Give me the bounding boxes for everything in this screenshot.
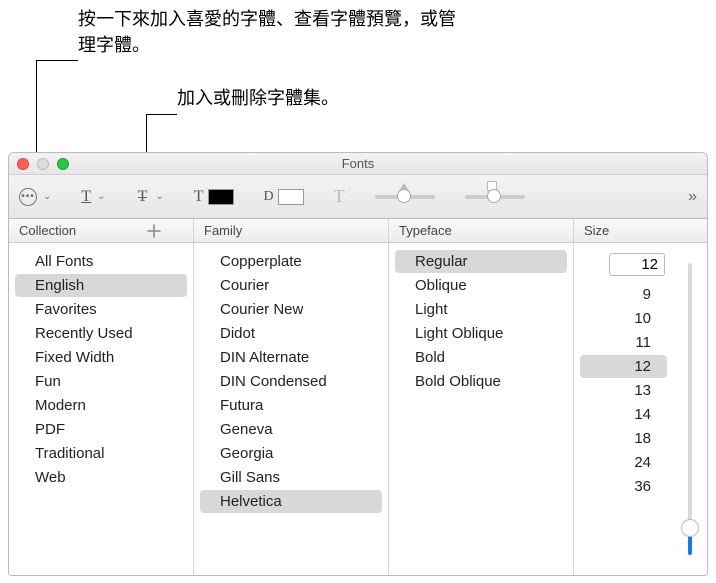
chevrons-right-icon: » [688,188,697,205]
window-title: Fonts [9,156,707,171]
underline-button[interactable]: T ⌄ [81,188,105,206]
header-size-label: Size [584,223,609,238]
size-item[interactable]: 14 [580,403,667,426]
minimize-window-button[interactable] [37,158,49,170]
callout-add-remove-collection: 加入或刪除字體集。 [177,85,477,111]
underline-icon: T [81,188,91,206]
size-item[interactable]: 12 [580,355,667,378]
family-item[interactable]: Futura [200,394,382,417]
window-controls [17,158,69,170]
document-color-swatch [278,189,304,205]
add-collection-button[interactable] [143,220,165,242]
callout-line [36,60,78,61]
family-item[interactable]: Gill Sans [200,466,382,489]
family-item[interactable]: Courier New [200,298,382,321]
size-pane: 91011121314182436 [574,243,707,575]
shadow-blur-slider[interactable] [465,195,525,199]
text-effects-button[interactable]: T [334,186,345,207]
header-family: Family [194,219,389,242]
family-item[interactable]: Copperplate [200,250,382,273]
plus-icon [147,224,161,238]
collection-item[interactable]: Modern [15,394,187,417]
text-color-icon: T [194,188,204,206]
chevron-down-icon: ⌄ [97,191,105,202]
callout-manage-fonts: 按一下來加入喜愛的字體、查看字體預覽，或管理字體。 [78,6,458,58]
expand-toolbar-button[interactable]: » [688,188,697,206]
family-item[interactable]: DIN Alternate [200,346,382,369]
collection-item[interactable]: Web [15,466,187,489]
size-item[interactable]: 24 [580,451,667,474]
slider-track [688,263,692,555]
typeface-item[interactable]: Regular [395,250,567,273]
toolbar: ••• ⌄ T ⌄ T ⌄ T D T » [9,175,707,219]
typeface-item[interactable]: Light Oblique [395,322,567,345]
slider-knob[interactable] [681,519,699,537]
shadow-opacity-slider[interactable] [375,195,435,199]
size-item[interactable]: 13 [580,379,667,402]
family-item[interactable]: Courier [200,274,382,297]
document-icon: D [264,189,274,205]
collection-item[interactable]: Traditional [15,442,187,465]
header-typeface-label: Typeface [399,223,452,238]
typeface-item[interactable]: Bold Oblique [395,370,567,393]
size-item[interactable]: 18 [580,427,667,450]
close-window-button[interactable] [17,158,29,170]
typeface-item[interactable]: Oblique [395,274,567,297]
columns: All FontsEnglishFavoritesRecently UsedFi… [9,243,707,575]
strikethrough-icon: T [136,188,150,206]
size-item[interactable]: 36 [580,475,667,498]
collection-item[interactable]: Favorites [15,298,187,321]
header-collection-label: Collection [19,223,76,238]
fonts-window: Fonts ••• ⌄ T ⌄ T ⌄ T D T [8,152,708,576]
slider-knob[interactable] [397,189,411,203]
text-shadow-icon: T [334,186,345,207]
collection-item[interactable]: Fun [15,370,187,393]
column-headers: Collection Family Typeface Size [9,219,707,243]
size-item[interactable]: 11 [580,331,667,354]
size-slider[interactable] [673,249,707,569]
family-item[interactable]: DIN Condensed [200,370,382,393]
collection-item[interactable]: English [15,274,187,297]
text-color-button[interactable]: T [194,188,234,206]
text-color-swatch [208,189,234,205]
collection-item[interactable]: All Fonts [15,250,187,273]
actions-menu-button[interactable]: ••• ⌄ [19,188,51,206]
callout-line [146,114,177,115]
header-typeface: Typeface [389,219,574,242]
family-item[interactable]: Geneva [200,418,382,441]
strikethrough-button[interactable]: T ⌄ [136,188,164,206]
collection-item[interactable]: Fixed Width [15,346,187,369]
family-list[interactable]: CopperplateCourierCourier NewDidotDIN Al… [194,243,389,575]
family-item[interactable]: Georgia [200,442,382,465]
typeface-list[interactable]: RegularObliqueLightLight ObliqueBoldBold… [389,243,574,575]
header-size: Size [574,219,707,242]
collection-list[interactable]: All FontsEnglishFavoritesRecently UsedFi… [9,243,194,575]
size-input[interactable] [609,253,665,276]
chevron-down-icon: ⌄ [43,191,51,202]
size-item[interactable]: 9 [580,283,667,306]
size-list[interactable]: 91011121314182436 [574,283,673,498]
more-icon: ••• [19,188,37,206]
collection-item[interactable]: Recently Used [15,322,187,345]
typeface-item[interactable]: Light [395,298,567,321]
family-item[interactable]: Didot [200,322,382,345]
chevron-down-icon: ⌄ [155,191,163,202]
zoom-window-button[interactable] [57,158,69,170]
header-family-label: Family [204,223,242,238]
typeface-item[interactable]: Bold [395,346,567,369]
slider-knob[interactable] [487,189,501,203]
collection-item[interactable]: PDF [15,418,187,441]
size-item[interactable]: 10 [580,307,667,330]
family-item[interactable]: Helvetica [200,490,382,513]
header-collection: Collection [9,219,194,242]
titlebar: Fonts [9,153,707,175]
document-color-button[interactable]: D [264,189,304,205]
